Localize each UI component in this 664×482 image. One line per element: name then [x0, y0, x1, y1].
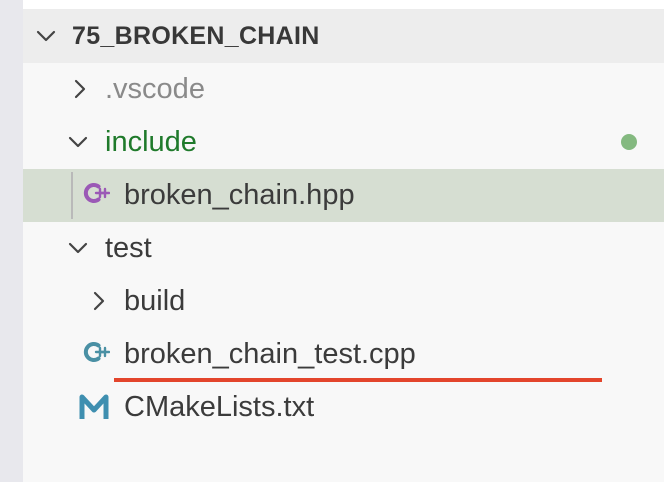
tree-item-include[interactable]: include	[23, 116, 664, 169]
tree-item-label: broken_chain_test.cpp	[124, 338, 416, 370]
indent-guide	[71, 172, 73, 219]
chevron-down-icon	[66, 130, 90, 154]
tree-item-label: build	[124, 285, 186, 317]
cmake-icon	[79, 393, 109, 423]
root-folder-row[interactable]: 75_BROKEN_CHAIN	[23, 10, 664, 63]
chevron-right-icon	[87, 289, 111, 313]
chevron-down-icon	[66, 236, 90, 260]
activity-gutter	[0, 0, 23, 482]
tree-item-broken-chain-hpp[interactable]: broken_chain.hpp	[23, 169, 664, 222]
cpp-file-icon	[80, 337, 110, 367]
tree-item-label: .vscode	[105, 73, 205, 105]
tree-item-test[interactable]: test	[23, 222, 664, 275]
git-modified-dot	[621, 134, 637, 150]
tree-item-cmakelists[interactable]: CMakeLists.txt	[23, 381, 664, 434]
tree-item-label: broken_chain.hpp	[124, 179, 355, 211]
cpp-header-icon	[80, 178, 110, 208]
tree-item-label: test	[105, 232, 152, 264]
chevron-down-icon	[34, 24, 58, 48]
root-folder-label: 75_BROKEN_CHAIN	[72, 22, 320, 50]
explorer-screenshot: 75_BROKEN_CHAIN .vscode include broken_c…	[0, 0, 664, 482]
tree-item-build[interactable]: build	[23, 275, 664, 328]
tree-item-broken-chain-test-cpp[interactable]: broken_chain_test.cpp	[23, 328, 664, 381]
previous-row-sliver	[23, 0, 664, 10]
tree-item-label: include	[105, 126, 197, 158]
tree-item-label: CMakeLists.txt	[124, 391, 315, 423]
tree-item-vscode[interactable]: .vscode	[23, 63, 664, 116]
chevron-right-icon	[68, 77, 92, 101]
